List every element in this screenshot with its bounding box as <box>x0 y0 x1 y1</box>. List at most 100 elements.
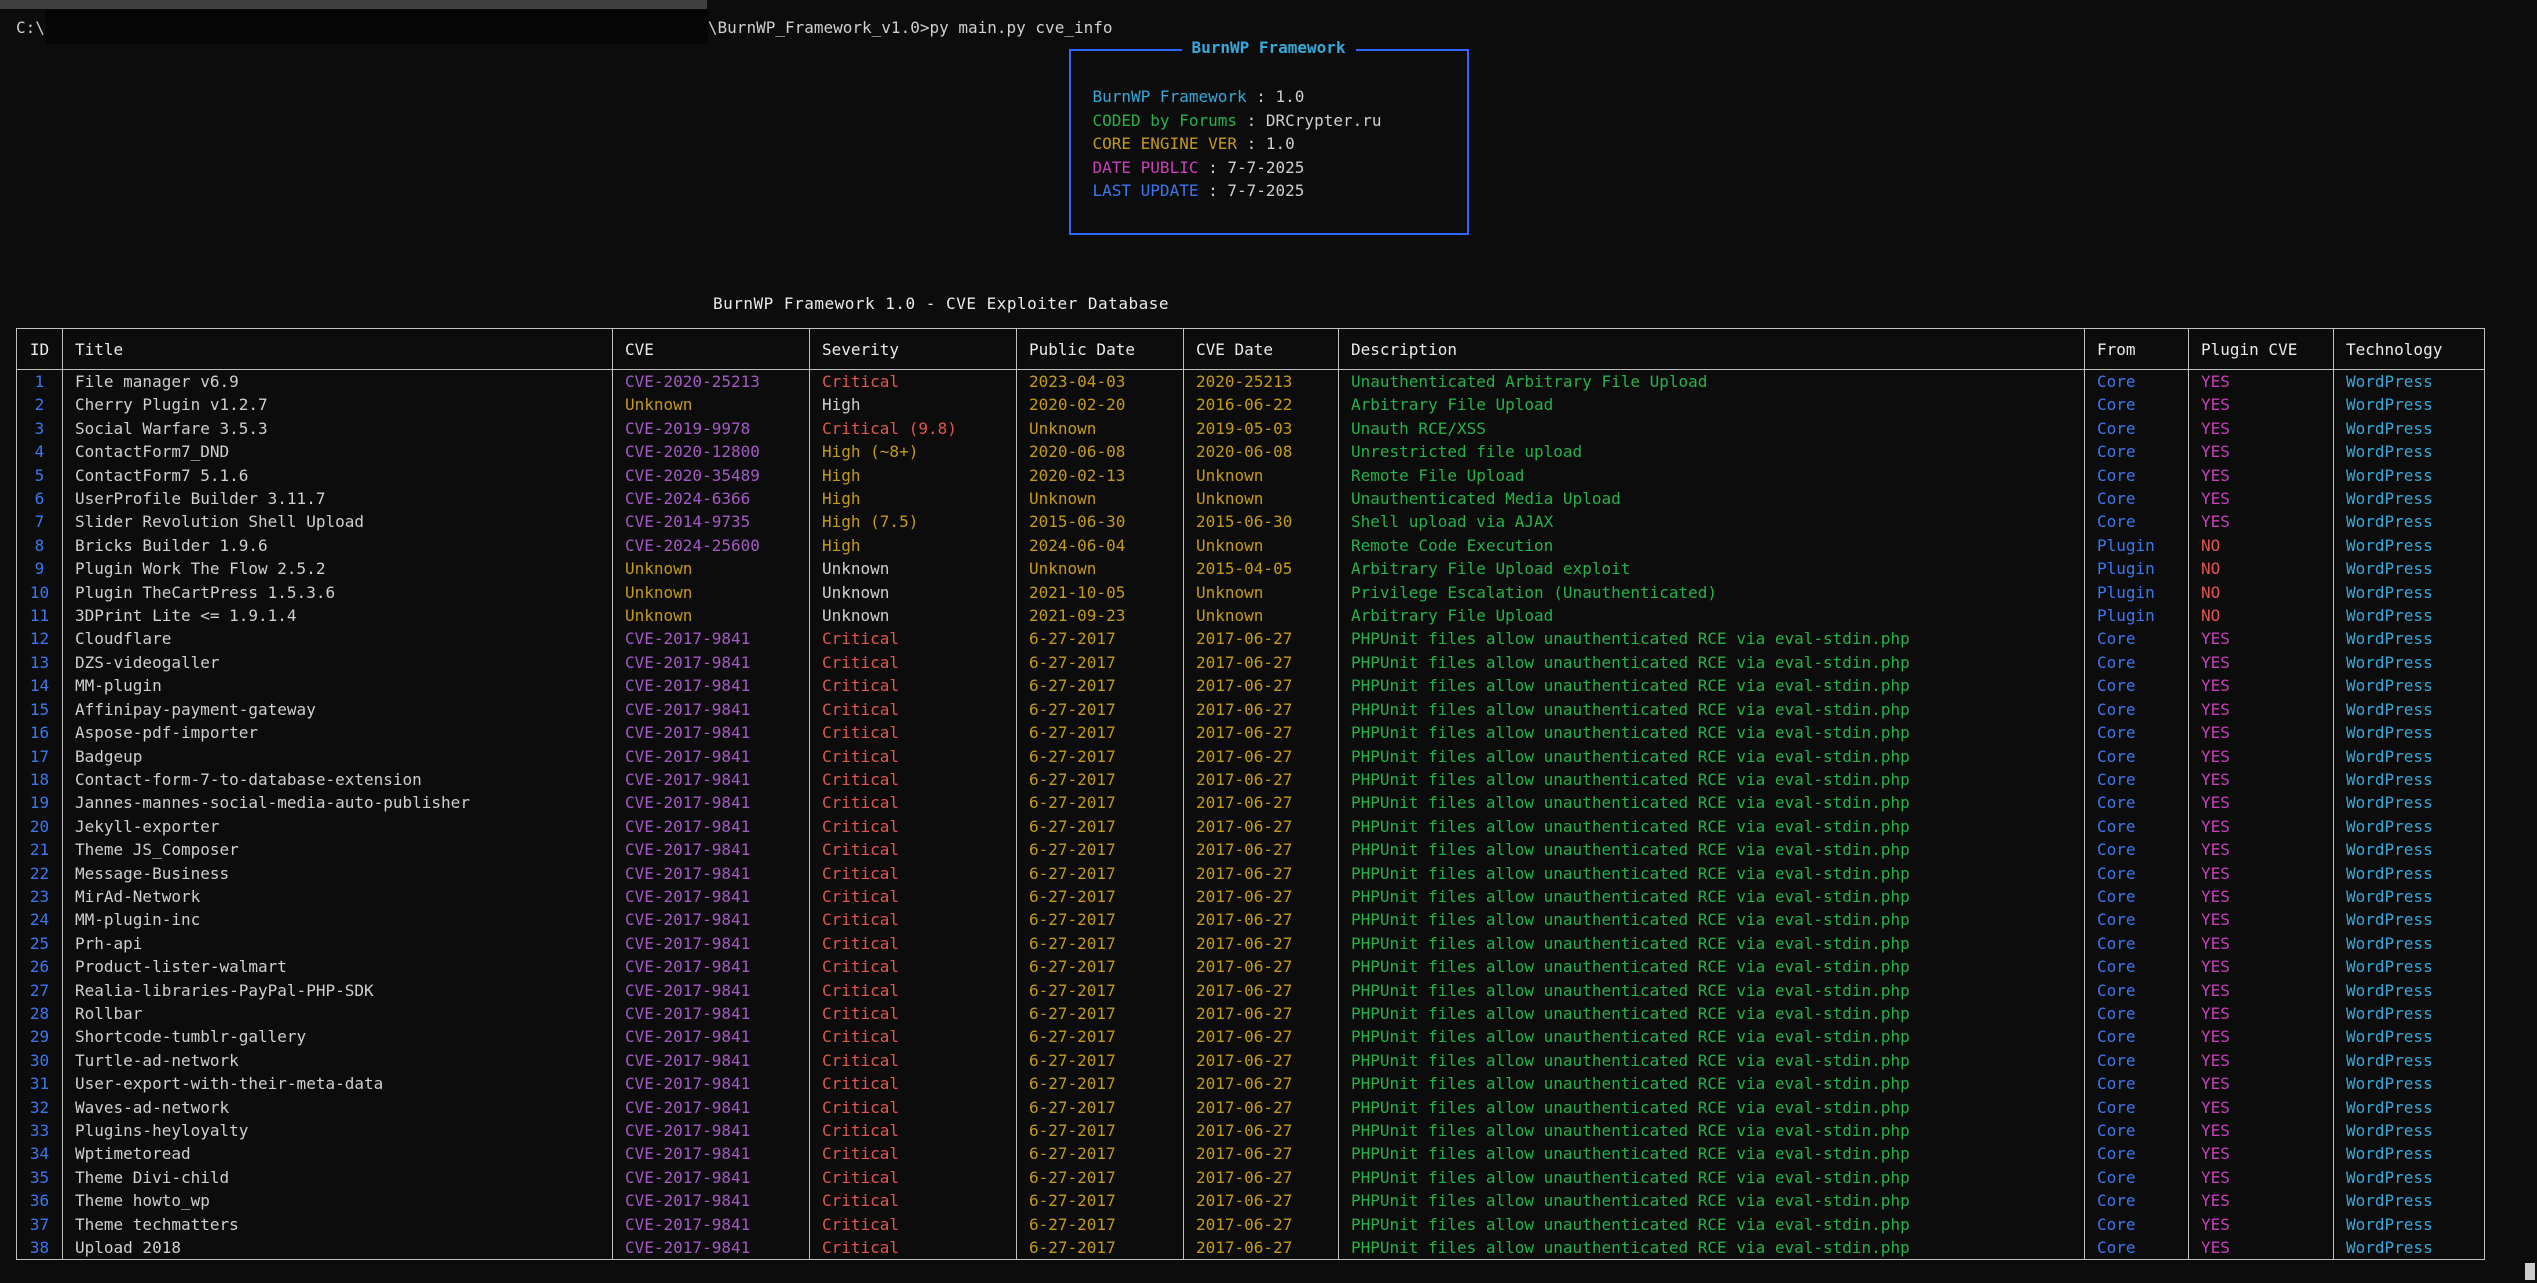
cell-severity: Critical <box>810 627 1017 650</box>
cell-description: Arbitrary File Upload <box>1339 393 2085 416</box>
cell-title: Message-Business <box>63 862 613 885</box>
cell-title: 3DPrint Lite <= 1.9.1.4 <box>63 604 613 627</box>
banner-line-label: CODED by Forums <box>1093 111 1238 130</box>
prompt-command: \BurnWP_Framework_v1.0>py main.py cve_in… <box>708 18 1113 37</box>
cell-cve-date: 2017-06-27 <box>1184 1119 1339 1142</box>
cell-technology: WordPress <box>2334 979 2485 1002</box>
table-row: 33Plugins-heyloyaltyCVE-2017-9841Critica… <box>17 1119 2485 1142</box>
cell-plugin-cve: YES <box>2189 440 2334 463</box>
cell-from: Plugin <box>2085 534 2189 557</box>
redacted-path <box>45 10 708 44</box>
cell-id: 37 <box>17 1213 63 1236</box>
cell-technology: WordPress <box>2334 1236 2485 1260</box>
cell-cve: CVE-2017-9841 <box>613 1072 810 1095</box>
cell-plugin-cve: YES <box>2189 1213 2334 1236</box>
cell-id: 21 <box>17 838 63 861</box>
cell-title: Cloudflare <box>63 627 613 650</box>
cell-description: PHPUnit files allow unauthenticated RCE … <box>1339 1049 2085 1072</box>
cell-description: PHPUnit files allow unauthenticated RCE … <box>1339 1119 2085 1142</box>
cell-description: Remote File Upload <box>1339 464 2085 487</box>
cell-cve-date: Unknown <box>1184 581 1339 604</box>
cell-title: ContactForm7 5.1.6 <box>63 464 613 487</box>
table-row: 113DPrint Lite <= 1.9.1.4UnknownUnknown2… <box>17 604 2485 627</box>
cell-public-date: 6-27-2017 <box>1017 721 1184 744</box>
cell-plugin-cve: NO <box>2189 557 2334 580</box>
banner-line-value: : 7-7-2025 <box>1198 181 1304 200</box>
cell-technology: WordPress <box>2334 487 2485 510</box>
cell-cve-date: 2017-06-27 <box>1184 1049 1339 1072</box>
cell-plugin-cve: YES <box>2189 627 2334 650</box>
cell-id: 18 <box>17 768 63 791</box>
cell-cve: CVE-2017-9841 <box>613 1096 810 1119</box>
cell-cve-date: 2017-06-27 <box>1184 1236 1339 1260</box>
cell-cve-date: 2017-06-27 <box>1184 1025 1339 1048</box>
cell-public-date: 6-27-2017 <box>1017 745 1184 768</box>
cell-cve: Unknown <box>613 393 810 416</box>
cell-cve: CVE-2020-12800 <box>613 440 810 463</box>
cell-id: 29 <box>17 1025 63 1048</box>
cell-id: 4 <box>17 440 63 463</box>
cell-title: User-export-with-their-meta-data <box>63 1072 613 1095</box>
cell-plugin-cve: YES <box>2189 862 2334 885</box>
cell-technology: WordPress <box>2334 932 2485 955</box>
cell-description: PHPUnit files allow unauthenticated RCE … <box>1339 674 2085 697</box>
cell-technology: WordPress <box>2334 1025 2485 1048</box>
cell-id: 14 <box>17 674 63 697</box>
cell-technology: WordPress <box>2334 1096 2485 1119</box>
cell-description: Unrestricted file upload <box>1339 440 2085 463</box>
cell-severity: Critical <box>810 885 1017 908</box>
cell-technology: WordPress <box>2334 417 2485 440</box>
cell-id: 2 <box>17 393 63 416</box>
cell-severity: Critical <box>810 721 1017 744</box>
table-row: 17BadgeupCVE-2017-9841Critical6-27-20172… <box>17 745 2485 768</box>
cell-plugin-cve: YES <box>2189 908 2334 931</box>
cell-title: Plugin TheCartPress 1.5.3.6 <box>63 581 613 604</box>
cell-plugin-cve: YES <box>2189 1166 2334 1189</box>
cell-id: 27 <box>17 979 63 1002</box>
cell-plugin-cve: YES <box>2189 1002 2334 1025</box>
scrollbar-track[interactable] <box>2523 0 2537 1283</box>
cell-public-date: 6-27-2017 <box>1017 885 1184 908</box>
cell-description: PHPUnit files allow unauthenticated RCE … <box>1339 698 2085 721</box>
cell-technology: WordPress <box>2334 955 2485 978</box>
cell-public-date: 6-27-2017 <box>1017 932 1184 955</box>
scrollbar-thumb[interactable] <box>2525 1263 2535 1280</box>
cell-cve: CVE-2017-9841 <box>613 768 810 791</box>
cell-id: 20 <box>17 815 63 838</box>
redaction-edge <box>0 0 707 9</box>
cell-public-date: Unknown <box>1017 487 1184 510</box>
table-row: 24MM-plugin-incCVE-2017-9841Critical6-27… <box>17 908 2485 931</box>
cell-public-date: 6-27-2017 <box>1017 1025 1184 1048</box>
cell-title: Rollbar <box>63 1002 613 1025</box>
cell-cve: CVE-2024-6366 <box>613 487 810 510</box>
cell-severity: Critical <box>810 1166 1017 1189</box>
cell-description: PHPUnit files allow unauthenticated RCE … <box>1339 651 2085 674</box>
cell-description: PHPUnit files allow unauthenticated RCE … <box>1339 862 2085 885</box>
cell-technology: WordPress <box>2334 721 2485 744</box>
cell-description: PHPUnit files allow unauthenticated RCE … <box>1339 1072 2085 1095</box>
cell-id: 15 <box>17 698 63 721</box>
cell-title: UserProfile Builder 3.11.7 <box>63 487 613 510</box>
cell-technology: WordPress <box>2334 604 2485 627</box>
cell-cve-date: 2017-06-27 <box>1184 791 1339 814</box>
cell-cve: CVE-2017-9841 <box>613 674 810 697</box>
cell-cve: CVE-2014-9735 <box>613 510 810 533</box>
cell-from: Core <box>2085 838 2189 861</box>
cell-from: Core <box>2085 440 2189 463</box>
cell-cve: CVE-2017-9841 <box>613 745 810 768</box>
cell-severity: Critical <box>810 651 1017 674</box>
cell-technology: WordPress <box>2334 885 2485 908</box>
cell-cve: CVE-2017-9841 <box>613 932 810 955</box>
cell-public-date: 6-27-2017 <box>1017 1049 1184 1072</box>
cell-plugin-cve: YES <box>2189 768 2334 791</box>
cell-from: Core <box>2085 370 2189 394</box>
cell-title: ContactForm7_DND <box>63 440 613 463</box>
cell-public-date: 6-27-2017 <box>1017 791 1184 814</box>
cell-cve-date: Unknown <box>1184 464 1339 487</box>
cell-cve-date: 2017-06-27 <box>1184 955 1339 978</box>
cell-cve: CVE-2024-25600 <box>613 534 810 557</box>
cell-from: Core <box>2085 932 2189 955</box>
cell-plugin-cve: YES <box>2189 417 2334 440</box>
cell-technology: WordPress <box>2334 651 2485 674</box>
cell-cve-date: 2017-06-27 <box>1184 674 1339 697</box>
